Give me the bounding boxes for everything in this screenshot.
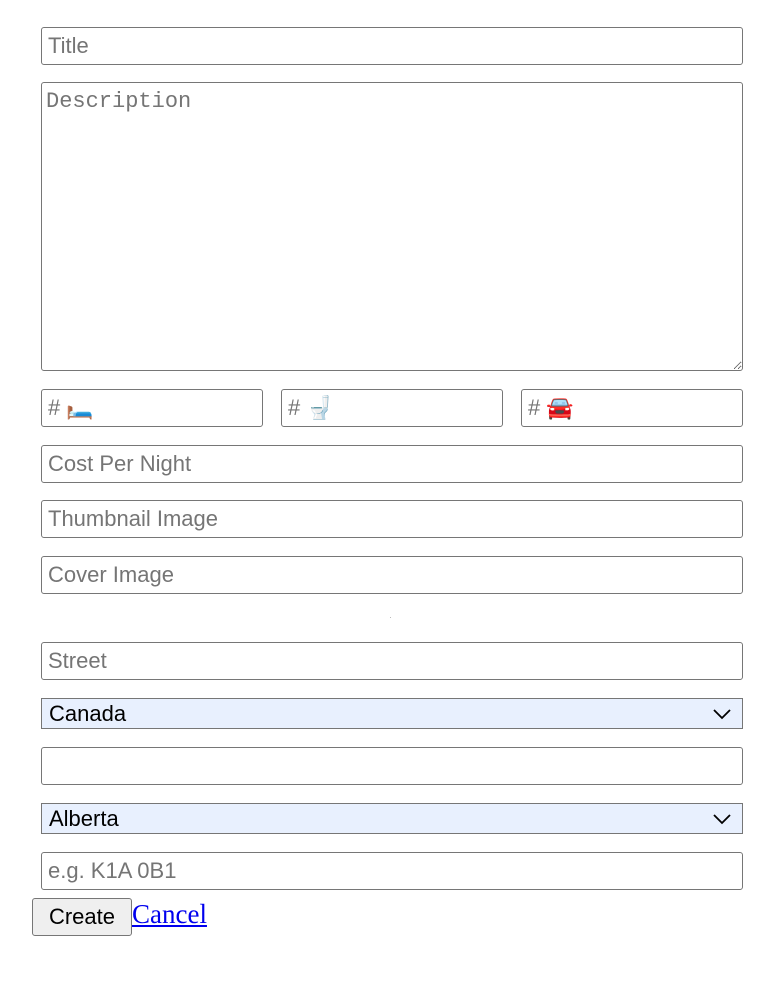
street-input[interactable] [41,642,743,680]
description-textarea[interactable] [41,82,743,371]
bedrooms-input[interactable] [41,389,263,427]
separator-dot [390,617,391,618]
chevron-down-icon [713,708,731,719]
cover-image-input[interactable] [41,556,743,594]
thumbnail-image-input[interactable] [41,500,743,538]
create-button[interactable]: Create [32,898,132,936]
province-select-value: Alberta [49,805,119,831]
cost-per-night-input[interactable] [41,445,743,483]
cancel-link[interactable]: Cancel [132,898,207,930]
listing-form: Canada Alberta Create Cancel [0,0,780,992]
city-input[interactable] [41,747,743,785]
parking-input[interactable] [521,389,743,427]
country-select-value: Canada [49,700,127,726]
chevron-down-icon [713,813,731,824]
postal-code-input[interactable] [41,852,743,890]
title-input[interactable] [41,27,743,65]
country-select[interactable]: Canada [41,698,743,729]
province-select[interactable]: Alberta [41,803,743,834]
bathrooms-input[interactable] [281,389,503,427]
